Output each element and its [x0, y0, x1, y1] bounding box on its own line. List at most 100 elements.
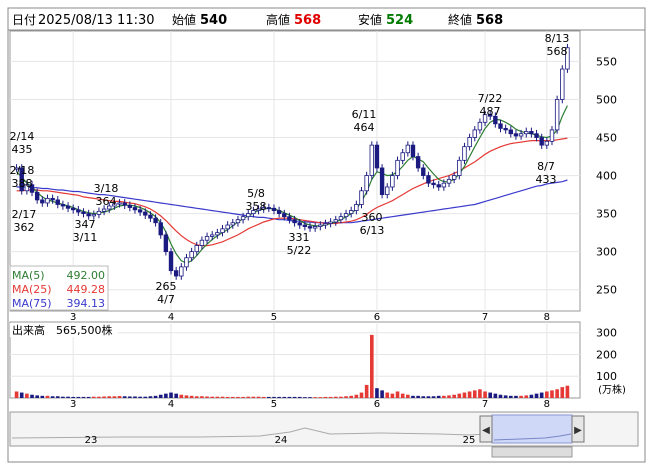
volume-tick-label: 300	[596, 327, 617, 340]
candle-body	[292, 219, 297, 224]
volume-bar	[503, 395, 508, 398]
annotation-value: 360	[362, 211, 383, 224]
candle-body	[446, 178, 452, 184]
candle-body	[297, 222, 302, 226]
open-value: 540	[200, 13, 227, 28]
candle-body	[307, 226, 313, 229]
close-value: 568	[476, 13, 503, 28]
candle-body	[436, 184, 441, 188]
volume-bar	[246, 396, 251, 398]
candle-body	[173, 270, 179, 277]
candle-body	[45, 197, 50, 204]
annotation-date: 4/7	[157, 293, 175, 306]
annotation-value: 347	[75, 218, 96, 231]
candle-body	[163, 234, 169, 253]
volume-bar	[30, 394, 34, 398]
volume-bar	[339, 396, 343, 398]
volume-bar	[416, 395, 420, 398]
volume-bar	[411, 395, 415, 398]
candle-body	[457, 159, 462, 176]
candle-body	[127, 204, 133, 208]
candle-body	[338, 216, 344, 221]
candle-body	[168, 251, 174, 272]
volume-bar	[426, 396, 431, 398]
candle-body	[451, 175, 457, 180]
open-label: 始値	[172, 12, 196, 27]
high-label: 高値	[266, 12, 290, 27]
volume-bar	[318, 397, 323, 398]
volume-bar	[174, 393, 178, 398]
ma5-legend-value: 492.00	[67, 269, 106, 282]
volume-bar	[267, 396, 271, 398]
candle-body	[354, 204, 359, 211]
volume-bar	[442, 395, 446, 398]
candle-body	[50, 197, 55, 201]
volume-bar	[133, 396, 137, 398]
x-tick-label: 6	[374, 312, 380, 323]
volume-bar	[128, 396, 132, 398]
candle-body	[549, 129, 555, 142]
candle-body	[554, 99, 560, 131]
volume-bar	[45, 395, 50, 398]
volume-bar	[251, 396, 256, 398]
candle-body	[333, 219, 338, 223]
volume-bar	[534, 393, 539, 398]
volume-bar	[478, 389, 482, 398]
candle-body	[204, 236, 210, 241]
volume-bar	[508, 395, 513, 398]
candle-body	[405, 144, 411, 154]
volume-bar	[323, 396, 328, 398]
volume-tick-label: 100	[596, 370, 617, 383]
candle-body	[210, 234, 215, 237]
candle-body	[385, 186, 390, 195]
candle-body	[137, 209, 143, 213]
candle-body	[379, 167, 385, 195]
volume-bar	[189, 395, 194, 398]
volume-bar	[194, 396, 199, 398]
candle-body	[400, 152, 405, 161]
price-tick-label: 250	[596, 284, 617, 297]
candle-body	[40, 199, 45, 204]
candle-body	[318, 224, 323, 227]
candle-body	[184, 257, 189, 268]
annotation-value: 388	[12, 177, 33, 190]
volume-bar	[308, 397, 312, 398]
candle-body	[60, 204, 66, 207]
volume-bar	[303, 397, 307, 398]
candle-body	[374, 144, 380, 169]
volume-bar	[241, 396, 245, 398]
annotation-date: 3/11	[73, 231, 98, 244]
volume-bar	[71, 396, 76, 398]
volume-bar	[277, 396, 281, 398]
annotation-date: 6/11	[352, 108, 377, 121]
candle-body	[410, 144, 416, 157]
volume-bar	[436, 395, 441, 398]
ma75-legend-label: MA(75)	[12, 297, 52, 310]
navigator-scrollbar[interactable]	[491, 446, 573, 458]
candle-body	[498, 123, 503, 129]
candle-body	[71, 207, 76, 211]
candle-body	[508, 129, 513, 135]
volume-bar	[328, 396, 333, 398]
candle-body	[524, 131, 529, 135]
volume-bar	[97, 396, 101, 398]
volume-bar	[112, 396, 117, 398]
low-label: 安値	[358, 12, 382, 27]
candle-body	[65, 205, 71, 209]
candle-body	[189, 251, 194, 259]
volume-bar	[91, 396, 96, 398]
volume-bar	[514, 395, 518, 398]
candle-body	[431, 182, 436, 186]
candle-body	[441, 182, 447, 188]
volume-bar	[349, 395, 354, 398]
price-tick-label: 550	[596, 55, 617, 68]
candle-body	[390, 175, 395, 188]
datetime-value: 2025/08/13 11:30	[38, 13, 155, 28]
candle-body	[235, 219, 241, 224]
volume-bar	[380, 390, 384, 398]
candle-body	[312, 226, 318, 229]
volume-tick-label: 200	[596, 348, 617, 361]
annotation-date: 8/7	[537, 160, 555, 173]
annotation-value: 362	[14, 221, 35, 234]
x-tick-label: 5	[271, 312, 277, 323]
